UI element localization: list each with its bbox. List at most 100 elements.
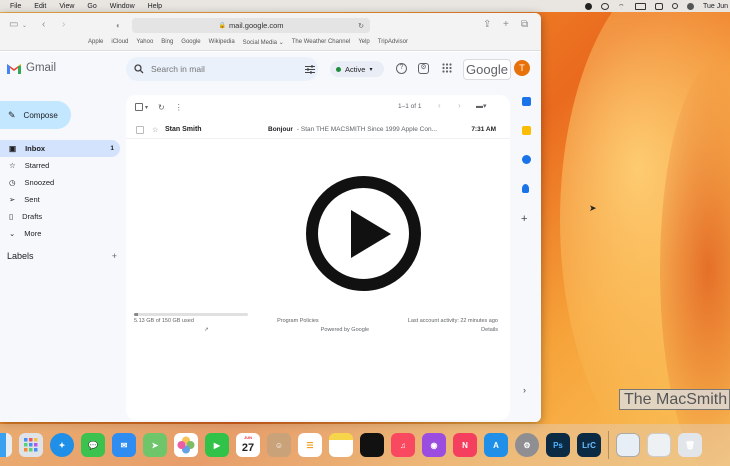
play-icon <box>351 210 391 258</box>
program-policies-link[interactable]: Program Policies <box>277 318 319 324</box>
sidebar-item-inbox[interactable]: ▣ Inbox 1 <box>0 140 120 157</box>
contacts-app-icon[interactable]: ☺ <box>267 433 291 457</box>
facetime-icon[interactable]: ▶ <box>205 433 229 457</box>
maps-icon[interactable]: ➤ <box>143 433 167 457</box>
siri-icon[interactable] <box>686 2 694 10</box>
safari-icon[interactable]: ✦ <box>50 433 74 457</box>
add-label-icon[interactable]: + <box>112 251 117 261</box>
keep-icon[interactable] <box>522 126 531 135</box>
messages-icon[interactable]: 💬 <box>81 433 105 457</box>
music-icon[interactable]: ♫ <box>391 433 415 457</box>
calendar-app-icon[interactable]: JUN 27 <box>236 433 260 457</box>
lightroom-icon[interactable]: LrC <box>577 433 601 457</box>
sidebar-item-starred[interactable]: ☆ Starred <box>0 157 120 174</box>
menu-help[interactable]: Help <box>148 3 162 10</box>
compose-button[interactable]: ✎ Compose <box>0 101 71 129</box>
external-link-icon[interactable]: ↗ <box>204 327 209 333</box>
favorite-icloud[interactable]: iCloud <box>111 39 128 46</box>
tv-icon[interactable] <box>360 433 384 457</box>
chevron-right-icon[interactable]: › <box>523 385 537 395</box>
launchpad-icon[interactable] <box>19 433 43 457</box>
favorite-yelp[interactable]: Yelp <box>358 39 369 46</box>
back-icon[interactable]: ‹ <box>42 19 45 30</box>
notes-icon[interactable] <box>329 433 353 457</box>
gmail-logo[interactable]: Gmail <box>6 62 56 74</box>
news-icon[interactable]: N <box>453 433 477 457</box>
wifi-icon[interactable]: ⌔ <box>618 3 626 11</box>
reload-icon[interactable]: ↻ <box>358 22 364 30</box>
favorite-social-media[interactable]: Social Media ⌄ <box>243 39 284 46</box>
google-account-logo[interactable]: Google <box>463 59 511 80</box>
control-center-icon[interactable] <box>654 2 663 10</box>
chevron-down-icon[interactable]: ▾ <box>145 104 148 111</box>
favorite-yahoo[interactable]: Yahoo <box>136 39 153 46</box>
trash-icon[interactable]: 🗑 <box>678 433 702 457</box>
menu-file[interactable]: File <box>10 3 21 10</box>
system-settings-icon[interactable]: ⚙ <box>515 433 539 457</box>
prev-page-icon[interactable]: ‹ <box>438 101 441 110</box>
sidebar-item-drafts[interactable]: ▯ Drafts <box>0 208 120 225</box>
forward-icon[interactable]: › <box>62 19 65 30</box>
preview-icon[interactable] <box>616 433 640 457</box>
photoshop-icon[interactable]: Ps <box>546 433 570 457</box>
search-input[interactable] <box>151 64 286 74</box>
favorite-apple[interactable]: Apple <box>88 39 103 46</box>
favorite-bing[interactable]: Bing <box>161 39 173 46</box>
reminders-icon[interactable]: ☰ <box>298 433 322 457</box>
next-page-icon[interactable]: › <box>458 101 461 110</box>
tab-overview-icon[interactable]: ⧉ <box>521 19 528 30</box>
play-button[interactable] <box>306 176 421 291</box>
share-icon[interactable]: ⇪ <box>483 19 491 30</box>
menu-go[interactable]: Go <box>87 3 96 10</box>
more-vert-icon[interactable]: ⋮ <box>175 103 183 112</box>
avatar[interactable]: T <box>514 60 530 76</box>
favorite-wikipedia[interactable]: Wikipedia <box>209 39 235 46</box>
gauge-icon[interactable] <box>600 2 609 10</box>
refresh-icon[interactable]: ↻ <box>158 103 165 112</box>
shield-icon[interactable]: ◐ <box>116 21 121 30</box>
status-dropdown[interactable]: Active ▾ <box>330 61 384 77</box>
chevron-down-icon[interactable]: ⌄ <box>22 22 27 29</box>
photos-icon[interactable] <box>174 433 198 457</box>
menu-edit[interactable]: Edit <box>34 3 46 10</box>
search-bar[interactable] <box>126 57 318 81</box>
battery-icon[interactable] <box>634 2 646 10</box>
record-icon[interactable] <box>584 2 592 10</box>
menu-window[interactable]: Window <box>110 3 135 10</box>
add-addon-icon[interactable]: + <box>521 213 537 225</box>
menu-bar: File Edit View Go Window Help ⌔ Tue Jun <box>0 0 730 12</box>
favorite-weather-channel[interactable]: The Weather Channel <box>292 39 351 46</box>
lock-icon: 🔒 <box>218 23 226 29</box>
spotlight-icon[interactable] <box>671 3 678 9</box>
search-icon[interactable] <box>134 64 144 74</box>
calendar-icon[interactable] <box>522 97 531 106</box>
density-icon[interactable]: ▬▾ <box>476 102 487 110</box>
sidebar-item-sent[interactable]: ➢ Sent <box>0 191 120 208</box>
search-options-icon[interactable] <box>305 64 315 74</box>
tasks-icon[interactable] <box>522 155 531 164</box>
apps-grid-icon[interactable] <box>442 63 452 73</box>
menu-view[interactable]: View <box>59 3 74 10</box>
sidebar-item-label: Drafts <box>22 212 43 221</box>
app-store-icon[interactable]: A <box>484 433 508 457</box>
address-bar[interactable]: 🔒 mail.google.com ↻ <box>132 18 370 33</box>
star-icon[interactable]: ☆ <box>152 126 158 134</box>
menu-clock[interactable]: Tue Jun <box>703 3 728 10</box>
favorite-google[interactable]: Google <box>181 39 200 46</box>
row-checkbox[interactable] <box>136 125 144 134</box>
table-row[interactable]: ☆ Stan Smith Bonjour - Stan THE MACSMITH … <box>126 121 510 139</box>
favorite-tripadvisor[interactable]: TripAdvisor <box>378 39 408 46</box>
sidebar-toggle-icon[interactable]: ▭ <box>9 19 18 30</box>
finder-icon[interactable] <box>0 433 12 457</box>
details-link[interactable]: Details <box>481 327 498 333</box>
gear-icon[interactable]: ⚙ <box>418 63 429 74</box>
sidebar-item-snoozed[interactable]: ◷ Snoozed <box>0 174 120 191</box>
sidebar-item-more[interactable]: ⌄ More <box>0 225 120 242</box>
mail-icon[interactable]: ✉ <box>112 433 136 457</box>
help-icon[interactable]: ? <box>396 63 407 74</box>
document-icon[interactable] <box>647 433 671 457</box>
select-all-checkbox[interactable] <box>135 103 143 111</box>
new-tab-icon[interactable]: + <box>503 19 509 30</box>
podcasts-icon[interactable]: ◉ <box>422 433 446 457</box>
contacts-icon[interactable] <box>522 184 529 193</box>
